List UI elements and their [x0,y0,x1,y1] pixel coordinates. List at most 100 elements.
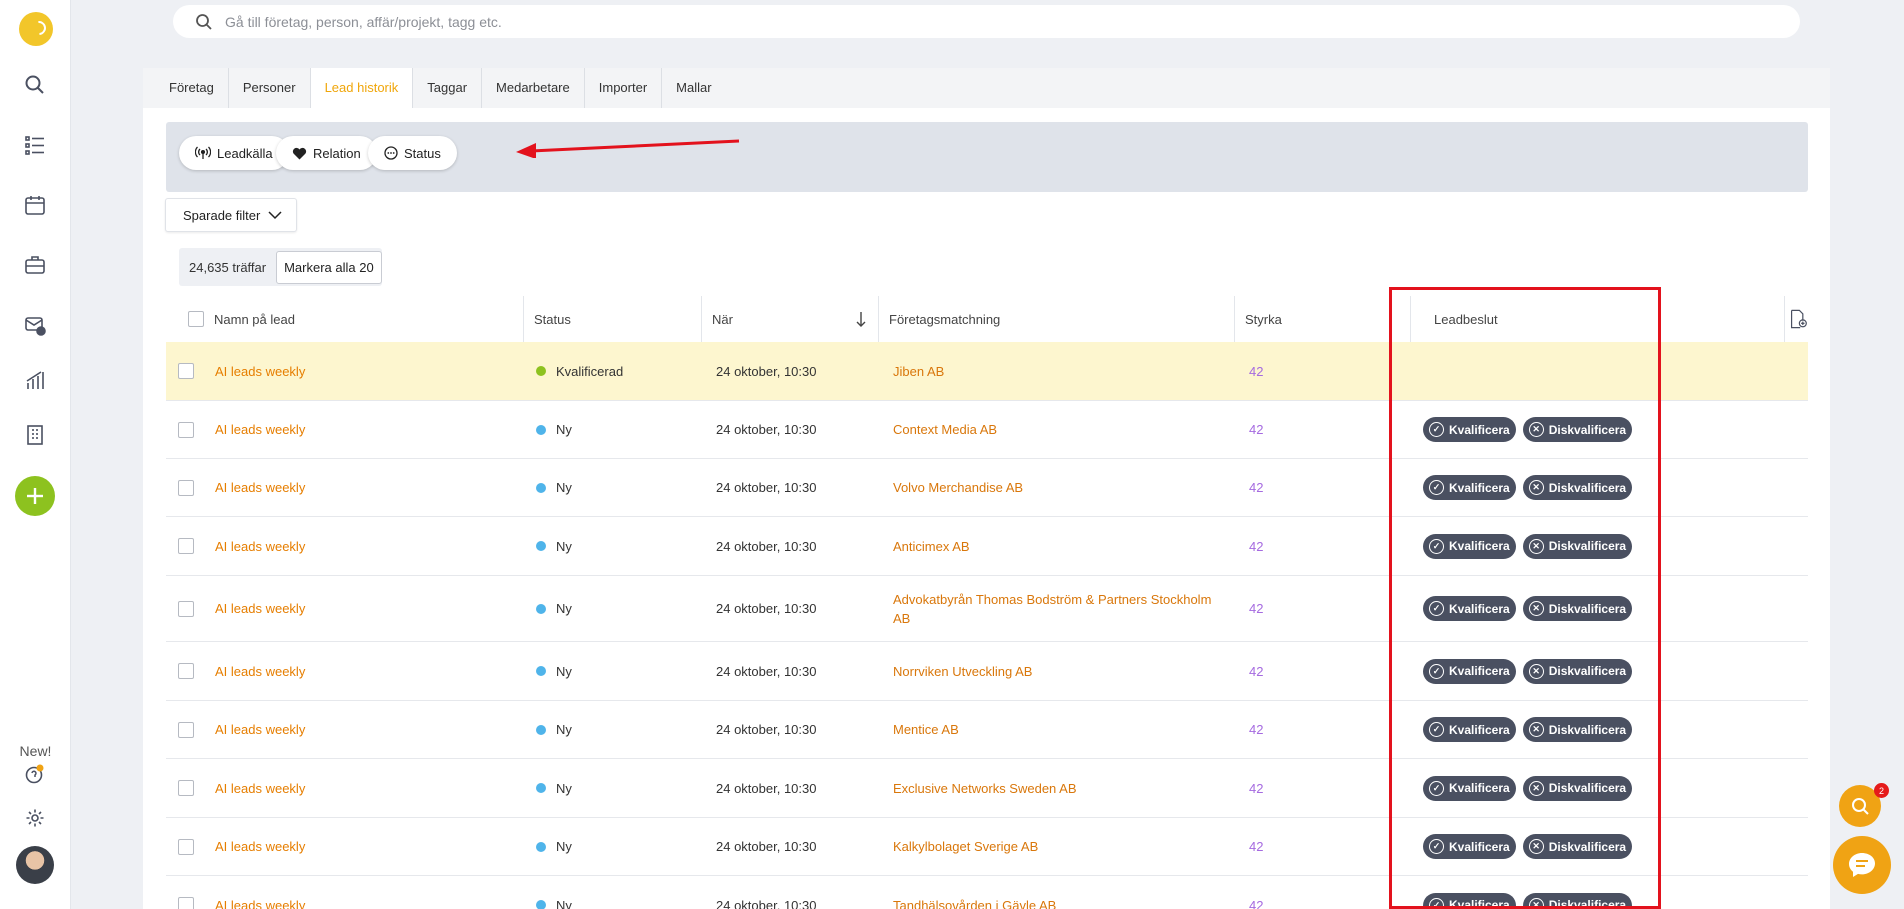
tab-medarbetare[interactable]: Medarbetare [482,68,585,108]
lead-name-link[interactable]: AI leads weekly [215,364,305,379]
company-link[interactable]: Anticimex AB [893,537,970,556]
tab-importer[interactable]: Importer [585,68,663,108]
table-row[interactable]: AI leads weekly Ny 24 oktober, 10:30 Mentic… [166,701,1808,759]
tab-mallar[interactable]: Mallar [662,68,725,108]
row-checkbox[interactable] [178,721,194,738]
disqualify-button[interactable]: ✕ Diskvalificera [1522,658,1633,684]
row-checkbox[interactable] [178,897,194,909]
tab-taggar[interactable]: Taggar [413,68,483,108]
qualify-button[interactable]: ✓ Kvalificera [1423,417,1516,442]
header-strength[interactable]: Styrka [1235,296,1411,342]
company-link[interactable]: Advokatbyrån Thomas Bodström & Partners … [893,590,1218,628]
app-logo[interactable] [19,12,53,46]
whats-new-icon[interactable] [20,759,50,789]
header-name[interactable]: Namn på lead [166,296,524,342]
lead-name-link[interactable]: AI leads weekly [215,781,305,796]
qualify-button[interactable]: ✓ Kvalificera [1423,775,1516,801]
tab-foretag[interactable]: Företag [155,68,229,108]
tab-personer[interactable]: Personer [229,68,311,108]
status-dot [536,666,546,676]
disqualify-button[interactable]: ✕ Diskvalificera [1522,596,1633,621]
company-link[interactable]: Context Media AB [893,420,997,439]
table-row[interactable]: AI leads weekly Ny 24 oktober, 10:30 Contex… [166,401,1808,459]
disqualify-button[interactable]: ✕ Diskvalificera [1522,775,1633,801]
disqualify-button[interactable]: ✕ Diskvalificera [1522,417,1633,442]
calendar-icon[interactable] [20,190,50,220]
qualify-button[interactable]: ✓ Kvalificera [1423,834,1516,859]
disqualify-button[interactable]: ✕ Diskvalificera [1522,533,1633,559]
qualify-label: Kvalificera [1449,664,1510,678]
company-link[interactable]: Exclusive Networks Sweden AB [893,779,1077,798]
search-icon[interactable] [20,70,50,100]
disqualify-button[interactable]: ✕ Diskvalificera [1522,475,1633,500]
row-checkbox[interactable] [178,600,194,617]
gear-icon[interactable] [20,803,50,833]
header-when[interactable]: När [702,296,879,342]
lead-name-link[interactable]: AI leads weekly [215,539,305,554]
row-checkbox[interactable] [178,479,194,496]
tab-lead-historik[interactable]: Lead historik [310,68,414,108]
x-circle-icon: ✕ [1528,663,1544,679]
row-checkbox[interactable] [178,780,194,796]
header-decision[interactable]: Leadbeslut [1411,296,1785,342]
qualify-button[interactable]: ✓ Kvalificera [1423,892,1516,909]
company-link[interactable]: Volvo Merchandise AB [893,478,1023,497]
when-label: 24 oktober, 10:30 [716,780,817,796]
lead-name-link[interactable]: AI leads weekly [215,422,305,437]
lead-name-cell: AI leads weekly [215,876,305,909]
table-row[interactable]: AI leads weekly Ny 24 oktober, 10:30 Tandhä… [166,876,1808,909]
saved-filter-dropdown[interactable]: Sparade filter [165,198,297,232]
row-checkbox[interactable] [178,663,194,679]
company-link[interactable]: Mentice AB [893,720,959,739]
qualify-button[interactable]: ✓ Kvalificera [1423,658,1516,684]
lead-name-link[interactable]: AI leads weekly [215,898,305,909]
chart-icon[interactable] [20,365,50,395]
add-button[interactable] [15,476,55,516]
company-link[interactable]: Tandhälsovården i Gävle AB [893,896,1056,909]
company-link[interactable]: Jiben AB [893,362,944,381]
chat-button[interactable] [1833,836,1891,894]
filter-leadkalla-button[interactable]: Leadkälla [179,136,289,170]
mark-all-button[interactable]: Markera alla 20 [276,250,382,284]
lead-name-link[interactable]: AI leads weekly [215,722,305,737]
header-company[interactable]: Företagsmatchning [879,296,1235,342]
table-row[interactable]: AI leads weekly Ny 24 oktober, 10:30 Advoka… [166,576,1808,642]
row-checkbox[interactable] [178,538,194,554]
qualify-button[interactable]: ✓ Kvalificera [1423,533,1516,559]
briefcase-icon[interactable] [20,250,50,280]
disqualify-button[interactable]: ✕ Diskvalificera [1522,717,1633,742]
select-all-checkbox[interactable] [188,311,204,327]
avatar[interactable] [16,846,54,884]
sort-arrow-icon[interactable] [856,311,866,327]
disqualify-button[interactable]: ✕ Diskvalificera [1522,834,1633,859]
header-status[interactable]: Status [524,296,702,342]
row-checkbox[interactable] [178,838,194,855]
row-checkbox[interactable] [178,421,194,438]
table-row[interactable]: AI leads weekly Ny 24 oktober, 10:30 Kalkyl… [166,818,1808,876]
disqualify-button[interactable]: ✕ Diskvalificera [1522,892,1633,909]
new-label: New! [19,743,52,759]
building-icon[interactable] [20,420,50,450]
global-search[interactable] [173,5,1800,38]
mail-icon[interactable] [20,310,50,340]
table-row[interactable]: AI leads weekly Ny 24 oktober, 10:30 Exclus… [166,759,1808,818]
company-link[interactable]: Kalkylbolaget Sverige AB [893,837,1038,856]
lead-name-link[interactable]: AI leads weekly [215,601,305,616]
table-row[interactable]: AI leads weekly Ny 24 oktober, 10:30 Volvo … [166,459,1808,517]
filter-status-button[interactable]: Status [368,136,457,170]
table-row[interactable]: AI leads weekly Kvalificerad 24 oktober, 1… [166,342,1808,401]
list-icon[interactable] [20,130,50,160]
add-column-icon[interactable] [1785,296,1808,342]
qualify-button[interactable]: ✓ Kvalificera [1423,717,1516,742]
table-row[interactable]: AI leads weekly Ny 24 oktober, 10:30 Norrvi… [166,642,1808,701]
lead-name-link[interactable]: AI leads weekly [215,480,305,495]
filter-relation-button[interactable]: Relation [276,136,377,170]
qualify-button[interactable]: ✓ Kvalificera [1423,475,1516,500]
qualify-button[interactable]: ✓ Kvalificera [1423,596,1516,621]
lead-name-link[interactable]: AI leads weekly [215,664,305,679]
company-link[interactable]: Norrviken Utveckling AB [893,662,1032,681]
row-checkbox[interactable] [178,363,194,379]
search-input[interactable] [225,13,1725,30]
lead-name-link[interactable]: AI leads weekly [215,839,305,854]
table-row[interactable]: AI leads weekly Ny 24 oktober, 10:30 Antici… [166,517,1808,576]
